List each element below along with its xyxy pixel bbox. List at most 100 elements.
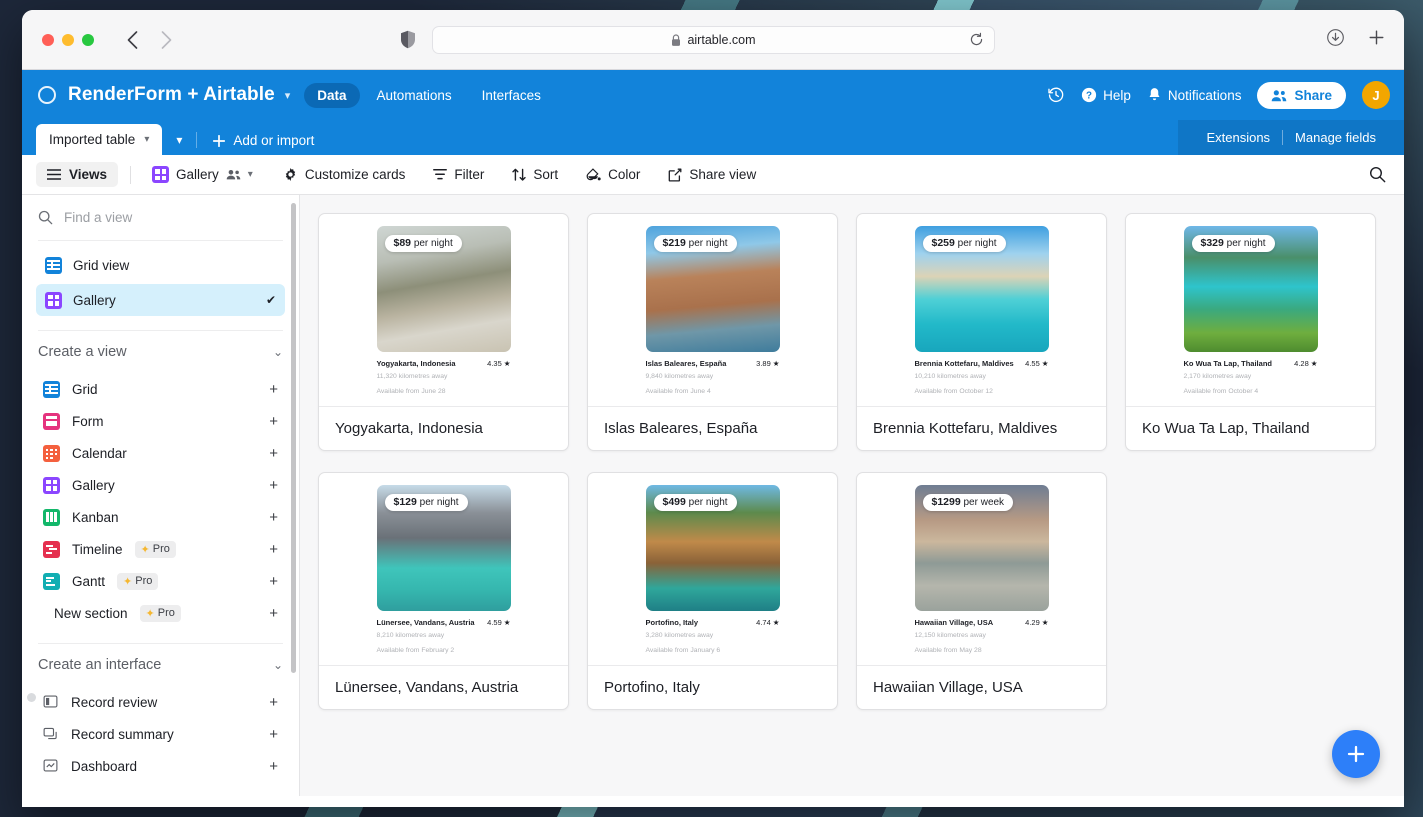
table-tab-imported-table[interactable]: Imported table ▾ xyxy=(36,124,163,155)
create-view-gallery[interactable]: Gallery + xyxy=(36,469,285,501)
create-view-calendar[interactable]: Calendar + xyxy=(36,437,285,469)
listing-title: Hawaiian Village, USA xyxy=(914,618,994,628)
create-view-gantt[interactable]: Gantt ✦ Pro + xyxy=(36,565,285,597)
create-view-grid[interactable]: Grid + xyxy=(36,373,285,405)
table-bar: Imported table ▾ ▾ Add or import Extensi… xyxy=(22,120,1404,155)
url-text: airtable.com xyxy=(687,33,756,47)
listing-availability: Available from June 28 xyxy=(376,387,446,395)
add-or-import-button[interactable]: Add or import xyxy=(197,133,328,155)
views-toggle-button[interactable]: Views xyxy=(36,162,119,187)
add-or-import-label: Add or import xyxy=(233,133,315,148)
gallery-card[interactable]: $329 per night Ko Wua Ta Lap, Thailand 4… xyxy=(1125,213,1376,452)
create-a-view-header[interactable]: Create a view ⌄ xyxy=(36,331,285,373)
listing-meta: Brennia Kottefaru, Maldives 4.55 ★ 10,21… xyxy=(915,352,1049,397)
create-view-label: Gantt xyxy=(72,573,106,589)
sidebar-view-gallery[interactable]: Gallery ✔ xyxy=(36,284,285,316)
forward-arrow-icon[interactable] xyxy=(156,30,176,50)
gallery-card[interactable]: $499 per night Portofino, Italy 4.74 ★ 3… xyxy=(587,472,838,711)
plus-icon[interactable]: + xyxy=(269,477,278,494)
add-record-button[interactable] xyxy=(1332,730,1380,778)
browser-toolbar-right xyxy=(1326,28,1386,47)
create-interface-record-review[interactable]: Record review + xyxy=(36,686,285,718)
chevron-down-icon[interactable]: ▾ xyxy=(285,89,291,102)
notifications-button[interactable]: Notifications xyxy=(1147,87,1241,103)
star-icon: ★ xyxy=(772,359,780,368)
gallery-card[interactable]: $219 per night Islas Baleares, España 3.… xyxy=(587,213,838,452)
chevron-down-icon[interactable]: ▾ xyxy=(144,134,149,145)
pro-badge: ✦ Pro xyxy=(117,572,159,590)
new-tab-icon[interactable] xyxy=(1367,28,1386,47)
create-interface-label: Record review xyxy=(71,694,158,710)
help-button[interactable]: ? Help xyxy=(1081,87,1131,103)
create-view-form[interactable]: Form + xyxy=(36,405,285,437)
back-arrow-icon[interactable] xyxy=(122,30,142,50)
gallery-card[interactable]: $89 per night Yogyakarta, Indonesia 4.35 xyxy=(318,213,569,452)
history-clock-icon[interactable] xyxy=(1047,86,1065,104)
customize-cards-button[interactable]: Customize cards xyxy=(274,163,415,186)
price-unit: per night xyxy=(1226,238,1266,249)
listing-availability: Available from February 2 xyxy=(376,646,455,654)
current-view-selector[interactable]: Gallery ▾ xyxy=(143,162,262,187)
sparkle-icon: ✦ xyxy=(145,607,155,620)
share-label: Share xyxy=(1294,87,1332,103)
shield-icon[interactable] xyxy=(400,30,416,49)
card-title: Yogyakarta, Indonesia xyxy=(319,406,568,450)
sidebar-scrollbar[interactable] xyxy=(291,203,296,673)
color-button[interactable]: Color xyxy=(577,163,649,186)
views-label: Views xyxy=(69,167,108,182)
create-interface-record-summary[interactable]: Record summary + xyxy=(36,718,285,750)
find-view-input[interactable] xyxy=(64,210,244,225)
card-attachment: $1299 per week Hawaiian Village, USA 4.2… xyxy=(857,473,1106,665)
create-interface-dashboard[interactable]: Dashboard + xyxy=(36,750,285,782)
create-new-section[interactable]: New section ✦ Pro + xyxy=(36,597,285,629)
card-attachment: $89 per night Yogyakarta, Indonesia 4.35 xyxy=(319,214,568,406)
plus-icon[interactable]: + xyxy=(269,509,278,526)
plus-icon[interactable]: + xyxy=(269,726,278,743)
reload-icon[interactable] xyxy=(969,32,984,47)
chevron-down-icon[interactable]: ⌄ xyxy=(273,658,283,672)
chevron-down-icon[interactable]: ▾ xyxy=(248,169,253,180)
sort-button[interactable]: Sort xyxy=(503,163,567,186)
gallery-card[interactable]: $129 per night Lünersee, Vandans, Austri… xyxy=(318,472,569,711)
listing-availability: Available from January 6 xyxy=(645,646,721,654)
extensions-button[interactable]: Extensions xyxy=(1194,130,1282,145)
gallery-card[interactable]: $259 per night Brennia Kottefaru, Maldiv… xyxy=(856,213,1107,452)
listing-preview: $499 per night Portofino, Italy 4.74 ★ 3… xyxy=(645,485,780,656)
base-title[interactable]: RenderForm + Airtable xyxy=(68,84,275,106)
pro-badge-label: Pro xyxy=(135,575,153,587)
header-tab-automations[interactable]: Automations xyxy=(364,83,465,108)
table-list-expand-button[interactable]: ▾ xyxy=(162,133,196,155)
filter-button[interactable]: Filter xyxy=(424,163,493,186)
plus-icon[interactable]: + xyxy=(269,445,278,462)
chevron-down-icon[interactable]: ⌄ xyxy=(273,345,283,359)
plus-icon[interactable]: + xyxy=(269,605,278,622)
create-view-kanban[interactable]: Kanban + xyxy=(36,501,285,533)
create-an-interface-header[interactable]: Create an interface ⌄ xyxy=(36,644,285,686)
minimize-window-button[interactable] xyxy=(62,33,74,46)
address-bar[interactable]: airtable.com xyxy=(432,26,995,54)
share-view-button[interactable]: Share view xyxy=(659,163,765,186)
close-window-button[interactable] xyxy=(42,33,54,46)
plus-icon[interactable]: + xyxy=(269,541,278,558)
create-view-timeline[interactable]: Timeline ✦ Pro + xyxy=(36,533,285,565)
avatar[interactable]: J xyxy=(1362,81,1390,109)
listing-rating: 4.28 ★ xyxy=(1294,359,1317,368)
plus-icon xyxy=(213,134,226,147)
sidebar-view-grid-view[interactable]: Grid view xyxy=(36,249,285,281)
plus-icon[interactable]: + xyxy=(269,573,278,590)
header-tab-data[interactable]: Data xyxy=(304,82,360,108)
create-an-interface-title: Create an interface xyxy=(38,657,162,673)
plus-icon[interactable]: + xyxy=(269,694,278,711)
maximize-window-button[interactable] xyxy=(82,33,94,46)
plus-icon[interactable]: + xyxy=(269,413,278,430)
search-icon[interactable] xyxy=(1369,166,1386,183)
manage-fields-button[interactable]: Manage fields xyxy=(1283,130,1388,145)
gallery-card[interactable]: $1299 per week Hawaiian Village, USA 4.2… xyxy=(856,472,1107,711)
header-tab-interfaces[interactable]: Interfaces xyxy=(469,83,554,108)
gallery-view-icon xyxy=(43,476,60,494)
plus-icon[interactable]: + xyxy=(269,381,278,398)
downloads-icon[interactable] xyxy=(1326,28,1345,47)
plus-icon[interactable]: + xyxy=(269,758,278,775)
sidebar-collapse-handle[interactable] xyxy=(27,693,36,702)
share-button[interactable]: Share xyxy=(1257,81,1346,109)
